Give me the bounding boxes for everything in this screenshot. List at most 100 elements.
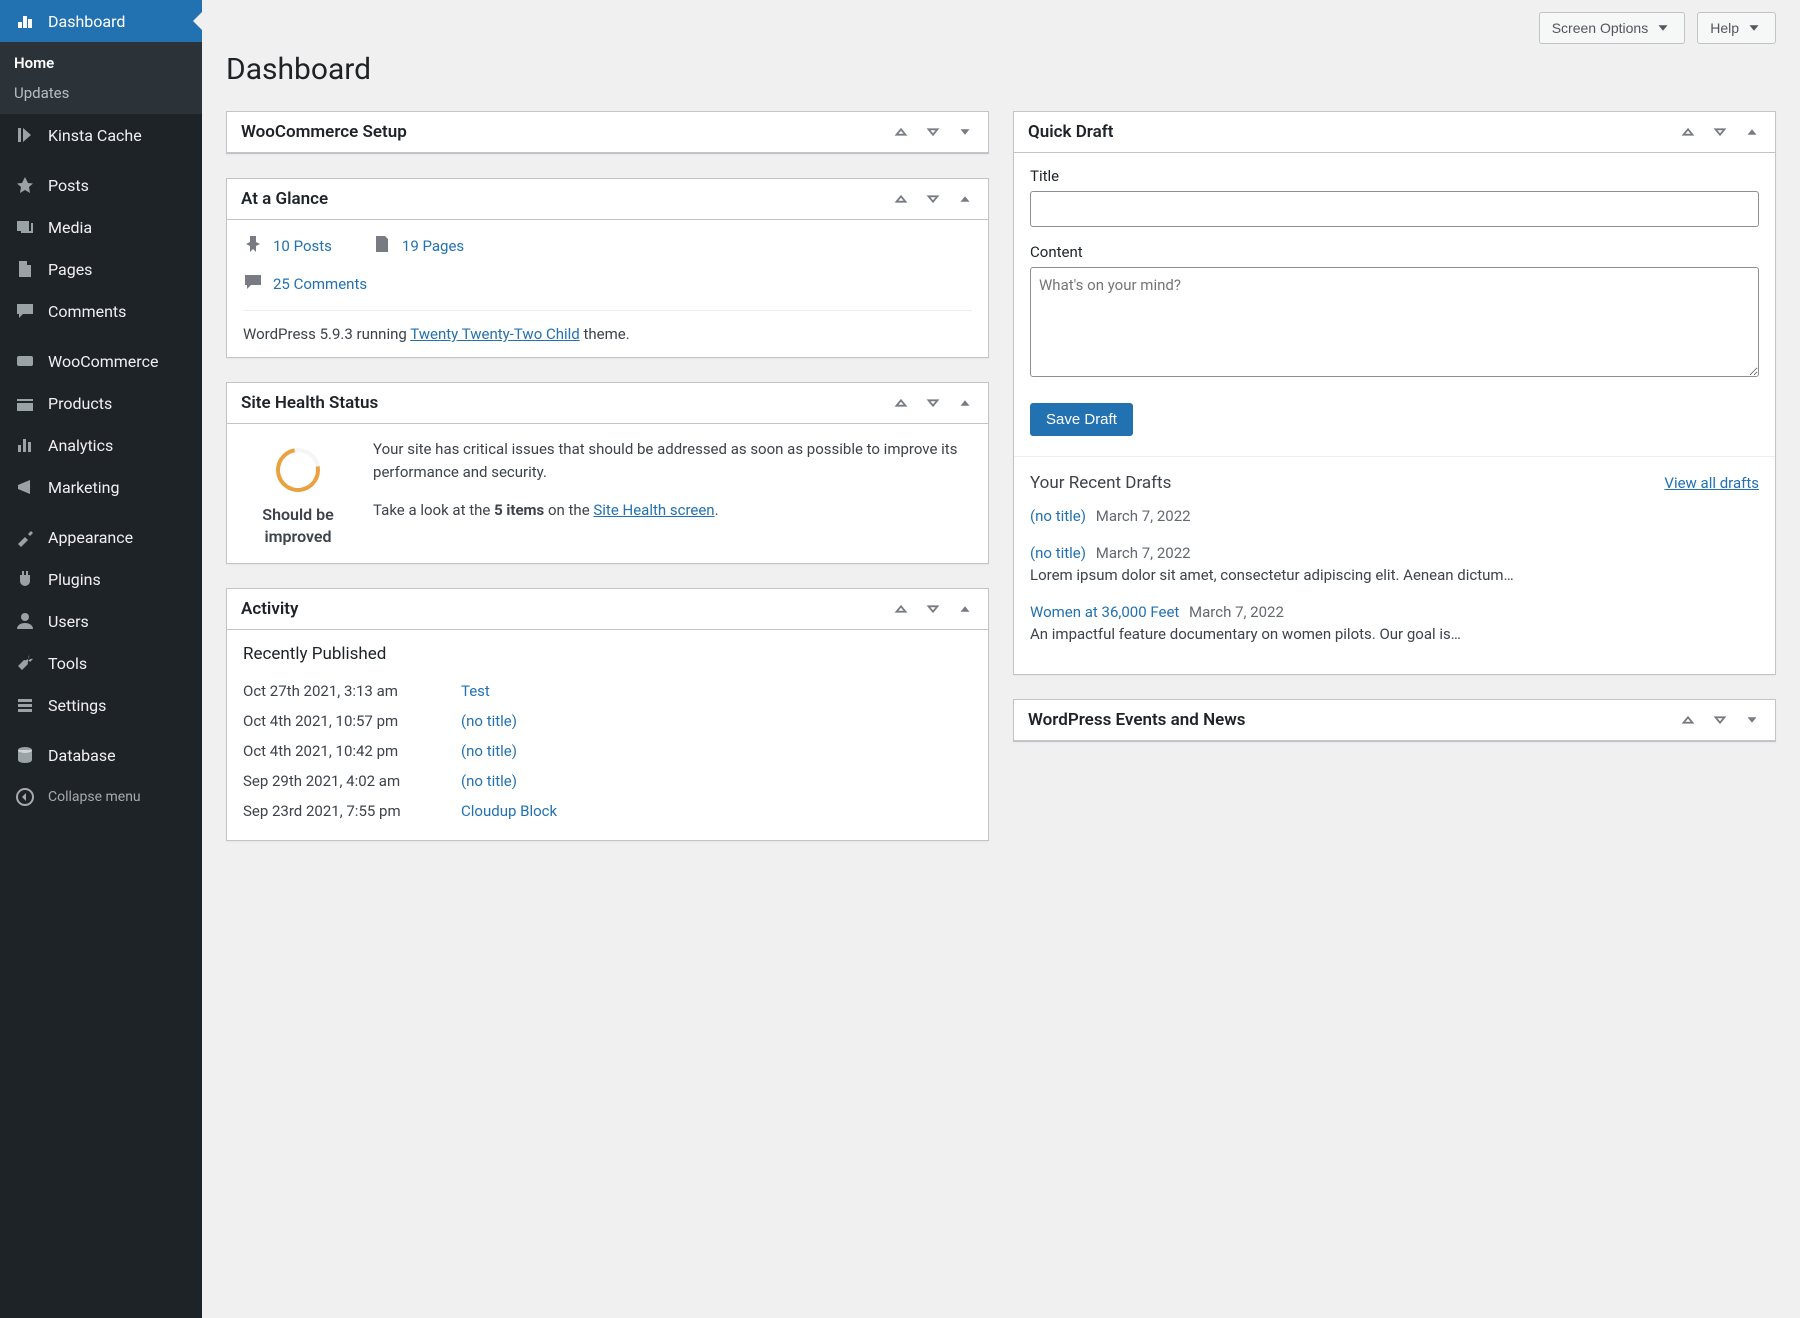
collapse-menu-button[interactable]: Collapse menu	[0, 776, 202, 818]
move-up-icon[interactable]	[892, 600, 910, 618]
gauge-ring-icon	[267, 439, 328, 500]
sidebar-item-posts[interactable]: Posts	[0, 164, 202, 206]
sidebar-item-woocommerce[interactable]: WooCommerce	[0, 340, 202, 382]
postbox-activity: Activity Recently Published Oct 27th 202…	[226, 588, 989, 841]
postbox-title: WordPress Events and News	[1028, 710, 1246, 730]
sidebar-item-appearance[interactable]: Appearance	[0, 516, 202, 558]
quick-draft-title-label: Title	[1030, 167, 1759, 185]
kinsta-icon	[12, 122, 38, 148]
sidebar-item-plugins[interactable]: Plugins	[0, 558, 202, 600]
move-up-icon[interactable]	[1679, 711, 1697, 729]
caret-down-icon	[1745, 19, 1763, 37]
sidebar-item-products[interactable]: Products	[0, 382, 202, 424]
move-down-icon[interactable]	[924, 123, 942, 141]
activity-time: Oct 4th 2021, 10:42 pm	[243, 742, 443, 760]
activity-time: Sep 23rd 2021, 7:55 pm	[243, 802, 443, 820]
move-down-icon[interactable]	[1711, 123, 1729, 141]
activity-post-link[interactable]: (no title)	[461, 712, 517, 730]
sidebar-item-label: Marketing	[48, 478, 119, 497]
toggle-icon[interactable]	[1743, 711, 1761, 729]
sidebar-item-label: WooCommerce	[48, 352, 158, 371]
move-down-icon[interactable]	[924, 394, 942, 412]
analytics-icon	[12, 432, 38, 458]
sidebar-item-database[interactable]: Database	[0, 734, 202, 776]
draft-item: Women at 36,000 Feet March 7, 2022An imp…	[1030, 601, 1759, 646]
activity-time: Oct 4th 2021, 10:57 pm	[243, 712, 443, 730]
sidebar-item-marketing[interactable]: Marketing	[0, 466, 202, 508]
sidebar-item-label: Pages	[48, 260, 92, 279]
quick-draft-content-label: Content	[1030, 243, 1759, 261]
move-down-icon[interactable]	[1711, 711, 1729, 729]
move-up-icon[interactable]	[1679, 123, 1697, 141]
activity-post-link[interactable]: Cloudup Block	[461, 802, 557, 820]
activity-row: Oct 4th 2021, 10:57 pm (no title)	[243, 706, 972, 736]
sidebar-item-label: Analytics	[48, 436, 113, 455]
site-health-screen-link[interactable]: Site Health screen	[593, 501, 714, 519]
sidebar-item-label: Products	[48, 394, 112, 413]
move-up-icon[interactable]	[892, 190, 910, 208]
draft-excerpt: Lorem ipsum dolor sit amet, consectetur …	[1030, 564, 1759, 587]
screen-options-button[interactable]: Screen Options	[1539, 12, 1686, 44]
toggle-icon[interactable]	[956, 600, 974, 618]
draft-item: (no title) March 7, 2022Lorem ipsum dolo…	[1030, 542, 1759, 587]
appearance-icon	[12, 524, 38, 550]
move-up-icon[interactable]	[892, 123, 910, 141]
help-label: Help	[1710, 20, 1739, 36]
draft-title-link[interactable]: Women at 36,000 Feet	[1030, 603, 1179, 621]
glance-comments-link[interactable]: 25 Comments	[243, 272, 367, 296]
toggle-icon[interactable]	[956, 123, 974, 141]
sidebar-item-comments[interactable]: Comments	[0, 290, 202, 332]
sidebar-item-users[interactable]: Users	[0, 600, 202, 642]
draft-date: March 7, 2022	[1189, 603, 1284, 621]
glance-pages-link[interactable]: 19 Pages	[372, 234, 464, 258]
draft-title-link[interactable]: (no title)	[1030, 544, 1086, 562]
glance-posts-link[interactable]: 10 Posts	[243, 234, 332, 258]
sidebar-item-dashboard[interactable]: Dashboard	[0, 0, 202, 42]
help-button[interactable]: Help	[1697, 12, 1776, 44]
toggle-icon[interactable]	[956, 394, 974, 412]
topbar: Screen Options Help	[226, 0, 1776, 44]
comment-icon	[12, 298, 38, 324]
save-draft-button[interactable]: Save Draft	[1030, 403, 1133, 436]
sidebar-sub-updates[interactable]: Updates	[0, 78, 202, 108]
draft-title-link[interactable]: (no title)	[1030, 507, 1086, 525]
postbox-woocommerce-setup: WooCommerce Setup	[226, 111, 989, 154]
sidebar-item-label: Plugins	[48, 570, 101, 589]
activity-row: Sep 29th 2021, 4:02 am(no title)	[243, 766, 972, 796]
sidebar-item-kinsta-cache[interactable]: Kinsta Cache	[0, 114, 202, 156]
glance-theme-link[interactable]: Twenty Twenty-Two Child	[410, 325, 580, 343]
quick-draft-content-textarea[interactable]	[1030, 267, 1759, 377]
collapse-menu-label: Collapse menu	[48, 789, 141, 805]
users-icon	[12, 608, 38, 634]
toggle-icon[interactable]	[956, 190, 974, 208]
move-down-icon[interactable]	[924, 190, 942, 208]
sidebar-item-label: Kinsta Cache	[48, 126, 142, 145]
toggle-icon[interactable]	[1743, 123, 1761, 141]
activity-post-link[interactable]: Test	[461, 682, 490, 700]
move-up-icon[interactable]	[892, 394, 910, 412]
sidebar-sub-home[interactable]: Home	[0, 48, 202, 78]
sidebar-item-tools[interactable]: Tools	[0, 642, 202, 684]
sidebar-item-analytics[interactable]: Analytics	[0, 424, 202, 466]
view-all-drafts-link[interactable]: View all drafts	[1664, 474, 1759, 492]
activity-post-link[interactable]: (no title)	[461, 772, 517, 790]
quick-draft-title-input[interactable]	[1030, 191, 1759, 227]
sidebar-item-pages[interactable]: Pages	[0, 248, 202, 290]
postbox-quick-draft: Quick Draft Title Content Save Draft	[1013, 111, 1776, 675]
collapse-icon	[12, 784, 38, 810]
move-down-icon[interactable]	[924, 600, 942, 618]
sidebar-item-media[interactable]: Media	[0, 206, 202, 248]
postbox-events-news: WordPress Events and News	[1013, 699, 1776, 742]
main-content: Screen Options Help Dashboard WooCommerc…	[202, 0, 1800, 1318]
sidebar-item-label: Tools	[48, 654, 87, 673]
sidebar-item-settings[interactable]: Settings	[0, 684, 202, 726]
sidebar-item-label: Posts	[48, 176, 89, 195]
postbox-at-a-glance: At a Glance 10 Posts	[226, 178, 989, 358]
postbox-site-health: Site Health Status Should be improved Yo…	[226, 382, 989, 564]
site-health-description: Your site has critical issues that shoul…	[373, 438, 972, 483]
activity-post-link[interactable]: (no title)	[461, 742, 517, 760]
tools-icon	[12, 650, 38, 676]
dashboard-left-column: WooCommerce Setup At a Glance	[226, 111, 989, 841]
draft-date: March 7, 2022	[1096, 507, 1191, 525]
postbox-title: WooCommerce Setup	[241, 122, 407, 142]
